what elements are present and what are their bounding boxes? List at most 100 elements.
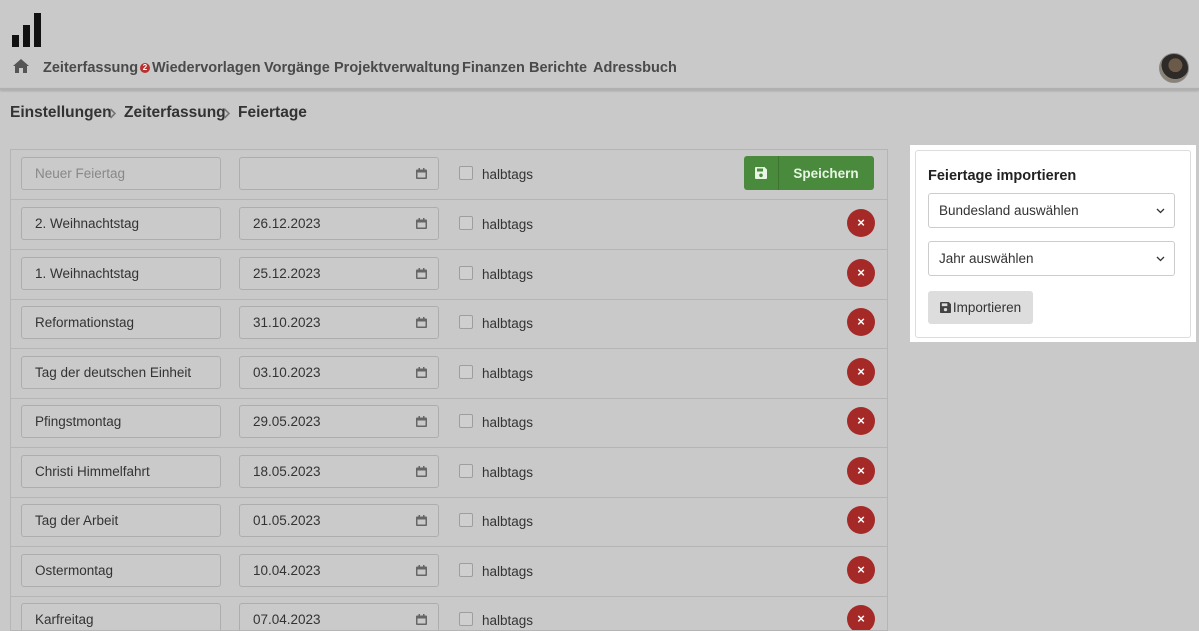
holiday-row: 1. Weihnachtstag 25.12.2023 halbtags × (11, 250, 887, 300)
calendar-icon[interactable] (416, 564, 427, 576)
close-icon: × (857, 215, 865, 230)
calendar-icon[interactable] (416, 614, 427, 625)
holiday-date-value: 03.10.2023 (253, 364, 321, 380)
calendar-icon[interactable] (416, 267, 427, 279)
halfday-checkbox[interactable] (459, 612, 473, 626)
delete-holiday-button[interactable]: × (847, 555, 875, 584)
import-title: Feiertage importieren (928, 168, 1077, 184)
calendar-icon[interactable] (416, 416, 427, 427)
halfday-label: halbtags (482, 266, 534, 282)
nav-berichte[interactable]: Berichte (529, 60, 587, 76)
halfday-label: halbtags (482, 613, 534, 628)
chevron-down-icon (1156, 208, 1165, 214)
nav-vorgaenge[interactable]: Vorgänge (264, 60, 330, 76)
halfday-checkbox[interactable] (459, 166, 473, 180)
calendar-icon[interactable] (416, 366, 427, 378)
halfday-checkbox[interactable] (459, 315, 473, 329)
holiday-date-value: 25.12.2023 (253, 265, 321, 281)
save-icon (744, 156, 779, 190)
nav-wiedervorlagen[interactable]: 2 Wiedervorlagen (140, 60, 261, 76)
holiday-date-input[interactable]: 01.05.2023 (239, 504, 439, 537)
breadcrumb-einstellungen[interactable]: Einstellungen (10, 104, 112, 122)
calendar-icon[interactable] (416, 218, 427, 229)
holiday-name-input[interactable]: Karfreitag (21, 603, 221, 630)
close-icon: × (857, 611, 865, 626)
state-select[interactable]: Bundesland auswählen (928, 193, 1175, 228)
holiday-date-input[interactable]: 25.12.2023 (239, 256, 439, 290)
close-icon: × (857, 561, 865, 577)
delete-holiday-button[interactable]: × (847, 605, 875, 630)
holiday-date-input[interactable]: 29.05.2023 (239, 405, 439, 438)
header-divider (0, 88, 1199, 90)
holiday-name-input[interactable]: Pfingstmontag (21, 405, 221, 438)
halfday-checkbox[interactable] (459, 265, 473, 280)
chevron-right-icon (109, 108, 117, 119)
calendar-icon[interactable] (416, 317, 427, 328)
import-button[interactable]: Importieren (928, 291, 1033, 324)
halfday-label: halbtags (482, 365, 534, 381)
home-icon[interactable] (12, 58, 30, 74)
new-holiday-date-input[interactable] (239, 157, 439, 190)
holiday-name-input[interactable]: Ostermontag (21, 553, 221, 587)
halfday-checkbox[interactable] (459, 216, 473, 230)
holiday-name-input[interactable]: 1. Weihnachtstag (21, 256, 221, 290)
nav-projektverwaltung[interactable]: Projektverwaltung (334, 60, 460, 76)
nav-adressbuch[interactable]: Adressbuch (593, 60, 677, 76)
calendar-icon[interactable] (416, 465, 427, 477)
holiday-date-input[interactable]: 26.12.2023 (239, 207, 439, 240)
delete-holiday-button[interactable]: × (847, 209, 875, 237)
breadcrumb-feiertage: Feiertage (238, 104, 307, 121)
import-button-label: Importieren (952, 300, 1022, 315)
nav-finanzen[interactable]: Finanzen (462, 60, 525, 76)
halfday-label: halbtags (482, 316, 534, 331)
holiday-date-input[interactable]: 10.04.2023 (239, 553, 439, 587)
delete-holiday-button[interactable]: × (847, 357, 875, 386)
holiday-date-value: 29.05.2023 (253, 414, 321, 429)
close-icon: × (857, 264, 865, 280)
breadcrumb-zeiterfassung[interactable]: Zeiterfassung (124, 104, 226, 122)
new-holiday-name-input[interactable]: Neuer Feiertag (21, 157, 221, 190)
holiday-name-input[interactable]: Christi Himmelfahrt (21, 454, 221, 488)
halfday-label: halbtags (482, 563, 534, 579)
holiday-date-input[interactable]: 18.05.2023 (239, 454, 439, 488)
holiday-date-input[interactable]: 07.04.2023 (239, 603, 439, 630)
holiday-date-value: 01.05.2023 (253, 513, 321, 528)
state-select-value: Bundesland auswählen (939, 203, 1079, 218)
holiday-name-input[interactable]: 2. Weihnachtstag (21, 207, 221, 240)
holiday-date-input[interactable]: 31.10.2023 (239, 306, 439, 339)
holiday-name-input[interactable]: Tag der Arbeit (21, 504, 221, 537)
halfday-checkbox[interactable] (459, 513, 473, 527)
delete-holiday-button[interactable]: × (847, 258, 875, 287)
delete-holiday-button[interactable]: × (847, 407, 875, 435)
holiday-row: Tag der deutschen Einheit 03.10.2023 halbt… (11, 349, 887, 399)
user-avatar[interactable] (1159, 53, 1189, 83)
delete-holiday-button[interactable]: × (847, 456, 875, 485)
halfday-checkbox[interactable] (459, 364, 473, 379)
app-logo[interactable] (12, 13, 42, 47)
calendar-icon[interactable] (416, 515, 427, 526)
calendar-icon[interactable] (416, 168, 427, 179)
halfday-checkbox[interactable] (459, 414, 473, 428)
import-holidays-card: Feiertage importieren Bundesland auswähl… (910, 145, 1196, 342)
halfday-label: halbtags (482, 464, 534, 480)
save-button[interactable]: Speichern (744, 156, 874, 190)
halfday-label: halbtags (482, 217, 534, 232)
year-select-value: Jahr auswählen (939, 251, 1034, 266)
close-icon: × (857, 512, 865, 527)
delete-holiday-button[interactable]: × (847, 308, 875, 336)
holiday-date-input[interactable]: 03.10.2023 (239, 355, 439, 389)
halfday-checkbox[interactable] (459, 463, 473, 478)
holiday-row: Ostermontag 10.04.2023 halbtags × (11, 547, 887, 597)
holiday-name-input[interactable]: Reformationstag (21, 306, 221, 339)
halfday-checkbox[interactable] (459, 562, 473, 577)
chevron-right-icon (223, 108, 231, 119)
holiday-row: Pfingstmontag 29.05.2023 halbtags × (11, 398, 887, 448)
nav-zeiterfassung[interactable]: Zeiterfassung (43, 60, 138, 76)
close-icon: × (857, 363, 865, 379)
delete-holiday-button[interactable]: × (847, 506, 875, 534)
nav-wiedervorlagen-label: Wiedervorlagen (152, 60, 261, 76)
holiday-row: Tag der Arbeit 01.05.2023 halbtags × (11, 497, 887, 547)
holiday-name-input[interactable]: Tag der deutschen Einheit (21, 355, 221, 389)
year-select[interactable]: Jahr auswählen (928, 241, 1175, 276)
holiday-date-value: 18.05.2023 (253, 463, 321, 479)
